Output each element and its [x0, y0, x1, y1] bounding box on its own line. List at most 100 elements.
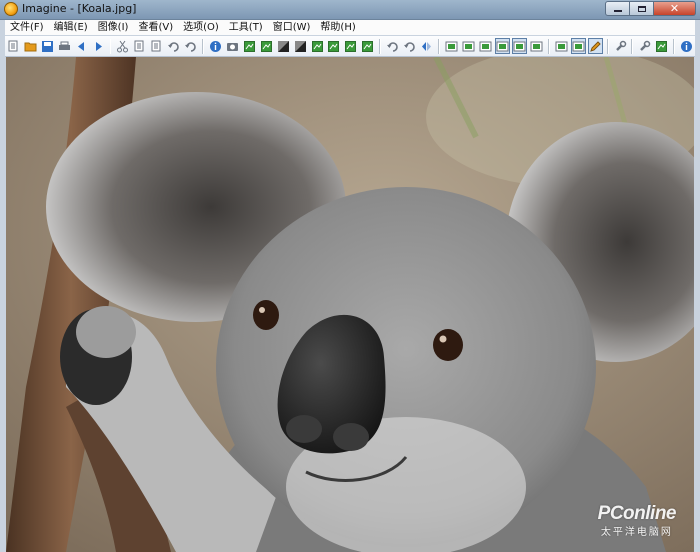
menu-file[interactable]: 文件(F) — [5, 20, 49, 35]
title-bar[interactable]: Imagine - [Koala.jpg] ✕ — [0, 0, 700, 20]
settings-button[interactable] — [613, 38, 628, 54]
menu-options[interactable]: 选项(O) — [178, 20, 224, 35]
zoom-in-button[interactable] — [444, 38, 459, 54]
print-button[interactable] — [57, 38, 72, 54]
maximize-icon — [637, 5, 646, 12]
export-icon — [243, 40, 255, 52]
prev-button[interactable] — [74, 38, 89, 54]
filter-button[interactable] — [343, 38, 358, 54]
open-icon — [24, 42, 37, 51]
actual-size-icon — [496, 41, 509, 51]
monitor-button[interactable] — [554, 38, 569, 54]
menu-tools[interactable]: 工具(T) — [224, 20, 268, 35]
paste-button[interactable] — [149, 38, 164, 54]
fullscreen-icon — [530, 41, 543, 51]
menu-image[interactable]: 图像(I) — [93, 20, 134, 35]
app-window: Imagine - [Koala.jpg] ✕ 文件(F) 编辑(E) 图像(I… — [0, 0, 700, 552]
cut-icon — [117, 40, 129, 52]
menu-help[interactable]: 帮助(H) — [315, 20, 360, 35]
minimize-button[interactable] — [605, 1, 630, 16]
monitor-icon — [555, 41, 568, 51]
edit-button[interactable] — [587, 38, 603, 54]
toolbar-separator — [437, 38, 440, 54]
save-icon — [41, 40, 53, 52]
plugin-icon — [640, 40, 651, 51]
rotate-left-button[interactable] — [385, 38, 400, 54]
new-icon — [8, 40, 18, 51]
redo-icon — [185, 41, 196, 52]
next-icon — [95, 41, 102, 51]
flip-icon — [421, 41, 431, 51]
toolbar-separator — [109, 38, 112, 54]
toolbar-separator — [547, 38, 550, 54]
fullscreen-button[interactable] — [529, 38, 544, 54]
undo-icon — [168, 41, 179, 52]
toolbar-separator — [673, 38, 676, 54]
toolbar-separator — [606, 38, 609, 54]
prev-icon — [77, 41, 84, 51]
capture-icon — [226, 42, 238, 51]
thumbnail-button[interactable] — [570, 38, 586, 54]
help-button[interactable] — [679, 38, 694, 54]
zoom-out-icon — [462, 41, 475, 51]
open-button[interactable] — [23, 38, 38, 54]
toolbar-separator — [631, 38, 634, 54]
close-icon: ✕ — [669, 2, 680, 15]
paste-icon — [151, 40, 161, 51]
export-button[interactable] — [242, 38, 257, 54]
info-button[interactable] — [208, 38, 223, 54]
import-button[interactable] — [259, 38, 274, 54]
import-icon — [260, 40, 272, 52]
rotate-left-icon — [387, 41, 398, 52]
palette-button[interactable] — [310, 38, 325, 54]
menu-edit[interactable]: 编辑(E) — [49, 20, 93, 35]
view-mode-button[interactable] — [511, 38, 527, 54]
invert-icon — [294, 40, 306, 52]
save-button[interactable] — [40, 38, 55, 54]
toolbar-separator — [379, 38, 382, 54]
minimize-icon — [613, 10, 622, 12]
close-button[interactable]: ✕ — [654, 1, 696, 16]
flip-button[interactable] — [419, 38, 434, 54]
koala-photo — [6, 57, 694, 552]
print-icon — [58, 41, 70, 50]
menu-bar: 文件(F) 编辑(E) 图像(I) 查看(V) 选项(O) 工具(T) 窗口(W… — [5, 20, 695, 35]
zoom-fit-button[interactable] — [478, 38, 493, 54]
maximize-button[interactable] — [630, 1, 654, 16]
effect-button[interactable] — [326, 38, 341, 54]
zoom-out-button[interactable] — [461, 38, 476, 54]
palette-icon — [311, 40, 323, 52]
sharpen-button[interactable] — [360, 38, 375, 54]
watermark-logo: PConline — [597, 503, 677, 524]
redo-button[interactable] — [183, 38, 198, 54]
grayscale-button[interactable] — [276, 38, 291, 54]
view-mode-icon — [513, 41, 526, 51]
menu-view[interactable]: 查看(V) — [133, 20, 178, 35]
batch-button[interactable] — [654, 38, 669, 54]
effect-icon — [328, 40, 340, 52]
new-button[interactable] — [6, 38, 21, 54]
toolbar — [5, 36, 695, 57]
koala-eye-left — [253, 300, 279, 330]
watermark: PConline 太平洋电脑网 — [597, 503, 677, 538]
copy-button[interactable] — [132, 38, 147, 54]
image-canvas[interactable]: PConline 太平洋电脑网 — [6, 57, 694, 552]
undo-button[interactable] — [166, 38, 181, 54]
next-button[interactable] — [91, 38, 106, 54]
koala-eye-right — [433, 329, 463, 361]
grayscale-icon — [277, 40, 289, 52]
invert-button[interactable] — [293, 38, 308, 54]
cut-button[interactable] — [115, 38, 130, 54]
filter-icon — [345, 40, 357, 52]
thumbnail-icon — [572, 41, 585, 51]
info-icon — [209, 40, 221, 52]
menu-window[interactable]: 窗口(W) — [268, 20, 316, 35]
batch-icon — [656, 40, 668, 52]
window-title: Imagine - [Koala.jpg] — [22, 2, 137, 15]
capture-button[interactable] — [225, 38, 240, 54]
toolbar-separator — [202, 38, 205, 54]
plugin-button[interactable] — [637, 38, 652, 54]
actual-size-button[interactable] — [494, 38, 510, 54]
rotate-right-button[interactable] — [402, 38, 417, 54]
sharpen-icon — [362, 40, 374, 52]
